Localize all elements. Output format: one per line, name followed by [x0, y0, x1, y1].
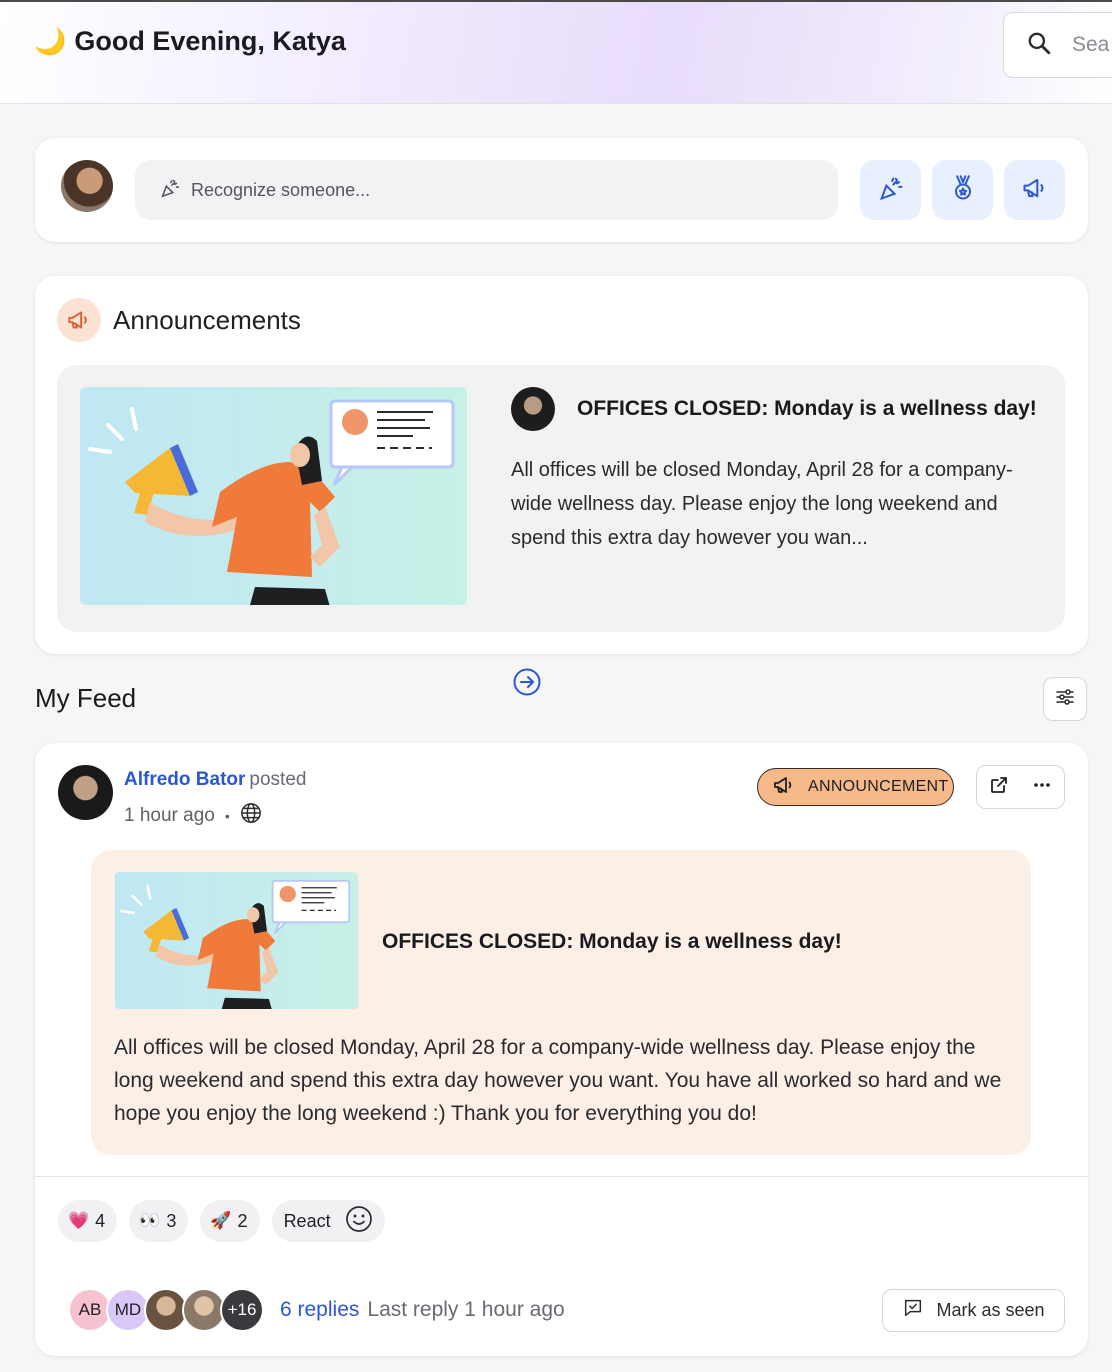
avatar[interactable]: [61, 160, 113, 212]
recognize-placeholder: Recognize someone...: [191, 179, 371, 200]
search-placeholder: Sea: [1072, 33, 1110, 56]
react-button[interactable]: React: [271, 1200, 385, 1242]
replies-row: AB MD +16 6 replies Last reply 1 hour ag…: [68, 1288, 565, 1332]
announcement-badge: ANNOUNCEMENT: [757, 768, 954, 806]
heart-icon: 💗: [68, 1211, 90, 1230]
reaction-rocket[interactable]: 🚀 2: [200, 1200, 260, 1242]
last-reply-time: Last reply 1 hour ago: [367, 1298, 565, 1321]
reaction-count: 2: [237, 1210, 248, 1231]
eyes-icon: 👀: [139, 1211, 161, 1230]
reaction-eyes[interactable]: 👀 3: [129, 1200, 189, 1242]
reaction-heart[interactable]: 💗 4: [58, 1200, 118, 1242]
author-avatar[interactable]: [511, 387, 555, 431]
search-icon: [1026, 30, 1052, 61]
divider: [35, 1176, 1088, 1177]
party-popper-icon: [159, 177, 191, 204]
party-popper-icon: [877, 174, 905, 207]
chat-check-icon: [902, 1297, 936, 1324]
author-link[interactable]: Alfredo Bator: [124, 769, 245, 790]
announcements-header: Announcements: [57, 298, 301, 342]
post-announcement-box: OFFICES CLOSED: Monday is a wellness day…: [91, 850, 1031, 1155]
open-external-icon[interactable]: [989, 775, 1009, 800]
sliders-icon: [1055, 687, 1075, 712]
feed-title: My Feed: [35, 683, 137, 713]
announcement-illustration: [80, 387, 467, 605]
megaphone-icon: [772, 773, 808, 802]
rocket-icon: 🚀: [210, 1211, 232, 1230]
recognize-input[interactable]: Recognize someone...: [135, 160, 838, 220]
smiley-icon: [345, 1205, 373, 1238]
feed-post: Alfredo Bator posted 1 hour ago • ANNOUNC…: [35, 743, 1088, 1356]
announcement-body: All offices will be closed Monday, April…: [511, 459, 1013, 549]
reaction-count: 3: [166, 1210, 177, 1231]
feed-filter-button[interactable]: [1043, 677, 1087, 721]
reply-avatar-more[interactable]: +16: [220, 1288, 264, 1332]
greeting-text: Good Evening, Katya: [74, 26, 346, 56]
megaphone-icon: [1021, 174, 1049, 207]
replies-link[interactable]: 6 replies: [280, 1298, 359, 1322]
post-actions: [976, 765, 1065, 809]
badge-label: ANNOUNCEMENT: [808, 778, 949, 795]
post-timestamp: 1 hour ago: [124, 805, 215, 826]
react-label: React: [283, 1210, 331, 1231]
award-button[interactable]: [932, 160, 993, 220]
reactions-bar: 💗 4 👀 3 🚀 2 React: [58, 1200, 397, 1242]
recognize-card: Recognize someone...: [35, 138, 1088, 242]
reaction-count: 4: [95, 1210, 106, 1231]
more-options-icon[interactable]: [1032, 775, 1052, 800]
separator: •: [224, 808, 230, 824]
globe-icon: [240, 802, 262, 830]
greeting: 🌙 Good Evening, Katya: [34, 26, 346, 57]
medal-icon: [949, 174, 977, 207]
announce-button[interactable]: [1004, 160, 1065, 220]
post-headline: OFFICES CLOSED: Monday is a wellness day…: [382, 930, 842, 953]
post-verb: posted: [249, 769, 307, 790]
celebrate-button[interactable]: [860, 160, 921, 220]
moon-icon: 🌙: [34, 26, 67, 56]
arrow-right-circle-icon[interactable]: [512, 667, 542, 697]
announcement-illustration: [114, 872, 359, 1009]
announcement-headline[interactable]: OFFICES CLOSED: Monday is a wellness day…: [577, 397, 1037, 421]
post-text: All offices will be closed Monday, April…: [114, 1036, 1002, 1125]
avatar[interactable]: [58, 765, 113, 820]
mark-as-seen-button[interactable]: Mark as seen: [882, 1289, 1065, 1332]
top-header: 🌙 Good Evening, Katya Sea: [0, 0, 1112, 104]
post-byline: Alfredo Bator posted: [124, 769, 306, 791]
post-meta: 1 hour ago •: [124, 802, 262, 830]
mark-as-seen-label: Mark as seen: [936, 1300, 1045, 1320]
announcements-card: Announcements OFFICES CLOSED: Monday is …: [35, 276, 1088, 696]
announcements-title: Announcements: [113, 304, 301, 335]
megaphone-icon: [57, 298, 101, 342]
announcement-item[interactable]: OFFICES CLOSED: Monday is a wellness day…: [57, 365, 1065, 696]
search-input[interactable]: Sea: [1003, 12, 1112, 78]
